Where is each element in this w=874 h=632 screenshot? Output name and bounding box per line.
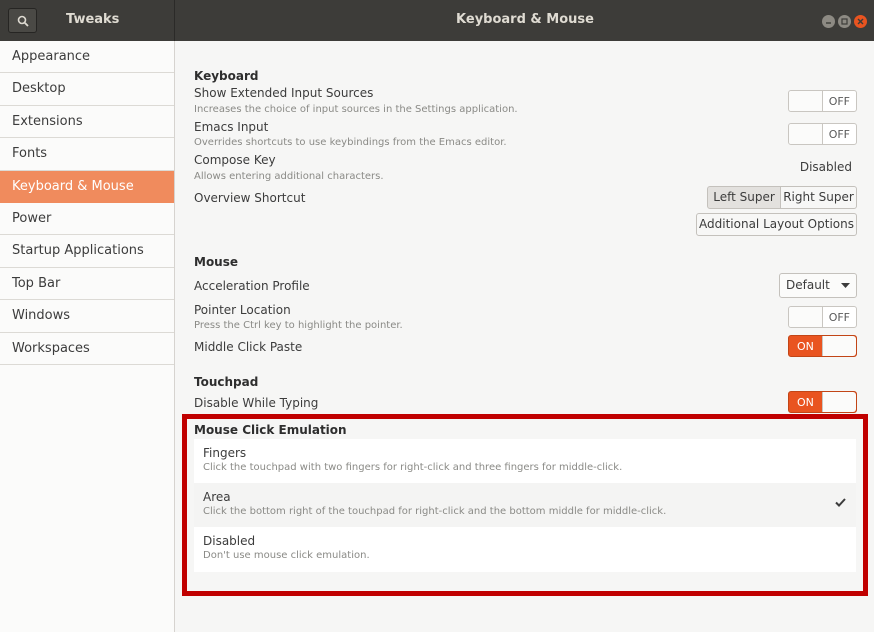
- minimize-button[interactable]: [822, 15, 835, 28]
- settings-panel: Keyboard Show Extended Input Sources Inc…: [176, 41, 874, 632]
- mouse-click-emulation-list: Fingers Click the touchpad with two fing…: [194, 439, 856, 572]
- emacs-input-desc: Overrides shortcuts to use keybindings f…: [194, 137, 507, 148]
- title-bar-left: Tweaks: [0, 0, 175, 41]
- touchpad-section-title: Touchpad: [194, 375, 259, 389]
- sidebar-item-appearance[interactable]: Appearance: [0, 41, 174, 74]
- sidebar-item-workspaces[interactable]: Workspaces: [0, 333, 174, 365]
- sidebar-item-power[interactable]: Power: [0, 203, 174, 236]
- option-title: Area: [203, 490, 231, 504]
- sidebar-item-keyboard-mouse[interactable]: Keyboard & Mouse: [0, 170, 174, 203]
- close-button[interactable]: [854, 15, 867, 28]
- switch-state: ON: [797, 396, 814, 409]
- switch-knob: [822, 392, 856, 412]
- maximize-icon: [841, 18, 848, 25]
- disable-while-typing-label: Disable While Typing: [194, 396, 319, 410]
- option-title: Fingers: [203, 446, 247, 460]
- option-desc: Click the touchpad with two fingers for …: [203, 462, 623, 473]
- sidebar-item-top-bar[interactable]: Top Bar: [0, 268, 174, 301]
- emulation-option-area[interactable]: Area Click the bottom right of the touch…: [194, 483, 856, 527]
- app-title: Tweaks: [66, 12, 120, 27]
- acceleration-profile-label: Acceleration Profile: [194, 279, 310, 293]
- pointer-location-desc: Press the Ctrl key to highlight the poin…: [194, 320, 403, 331]
- middle-click-paste-switch[interactable]: ON: [788, 335, 857, 357]
- emacs-input-switch[interactable]: OFF: [788, 123, 857, 145]
- minimize-icon: [826, 22, 831, 24]
- middle-click-paste-label: Middle Click Paste: [194, 340, 303, 354]
- overview-shortcut-label: Overview Shortcut: [194, 191, 306, 205]
- option-desc: Don't use mouse click emulation.: [203, 550, 370, 561]
- compose-key-desc: Allows entering additional characters.: [194, 171, 384, 182]
- keyboard-section-title: Keyboard: [194, 69, 259, 83]
- search-button[interactable]: [8, 8, 37, 33]
- disable-while-typing-switch[interactable]: ON: [788, 391, 857, 413]
- sidebar-item-windows[interactable]: Windows: [0, 300, 174, 333]
- extended-input-label: Show Extended Input Sources: [194, 86, 374, 100]
- switch-knob: [789, 91, 823, 111]
- acceleration-profile-value: Default: [786, 278, 830, 292]
- option-desc: Click the bottom right of the touchpad f…: [203, 506, 667, 517]
- pointer-location-label: Pointer Location: [194, 303, 291, 317]
- extended-input-switch[interactable]: OFF: [788, 90, 857, 112]
- compose-key-value[interactable]: Disabled: [800, 160, 852, 174]
- acceleration-profile-select[interactable]: Default: [779, 273, 857, 298]
- close-icon: [857, 18, 864, 25]
- compose-key-label: Compose Key: [194, 153, 276, 167]
- sidebar-item-fonts[interactable]: Fonts: [0, 138, 174, 171]
- right-super-button[interactable]: Right Super: [780, 186, 857, 209]
- emacs-input-label: Emacs Input: [194, 120, 269, 134]
- mouse-click-emulation-title: Mouse Click Emulation: [194, 423, 347, 437]
- sidebar: Appearance Desktop Extensions Fonts Keyb…: [0, 41, 175, 632]
- pointer-location-switch[interactable]: OFF: [788, 306, 857, 328]
- sidebar-item-startup-applications[interactable]: Startup Applications: [0, 235, 174, 268]
- emulation-option-fingers[interactable]: Fingers Click the touchpad with two fing…: [194, 439, 856, 483]
- window-title: Keyboard & Mouse: [456, 12, 594, 27]
- switch-knob: [789, 307, 823, 327]
- switch-knob: [822, 336, 856, 356]
- mouse-section-title: Mouse: [194, 255, 239, 269]
- switch-state: OFF: [828, 95, 850, 108]
- checkmark-icon: [835, 498, 846, 507]
- switch-state: ON: [797, 340, 814, 353]
- maximize-button[interactable]: [838, 15, 851, 28]
- emulation-option-disabled[interactable]: Disabled Don't use mouse click emulation…: [194, 527, 856, 571]
- title-bar: Tweaks Keyboard & Mouse: [0, 0, 874, 41]
- extended-input-desc: Increases the choice of input sources in…: [194, 104, 518, 115]
- left-super-button[interactable]: Left Super: [707, 186, 781, 209]
- switch-state: OFF: [828, 311, 850, 324]
- option-title: Disabled: [203, 534, 256, 548]
- sidebar-item-desktop[interactable]: Desktop: [0, 73, 174, 106]
- switch-knob: [789, 124, 823, 144]
- search-icon: [17, 15, 29, 27]
- chevron-down-icon: [841, 283, 850, 288]
- switch-state: OFF: [828, 128, 850, 141]
- additional-layout-options-button[interactable]: Additional Layout Options: [696, 213, 857, 236]
- sidebar-item-extensions[interactable]: Extensions: [0, 106, 174, 139]
